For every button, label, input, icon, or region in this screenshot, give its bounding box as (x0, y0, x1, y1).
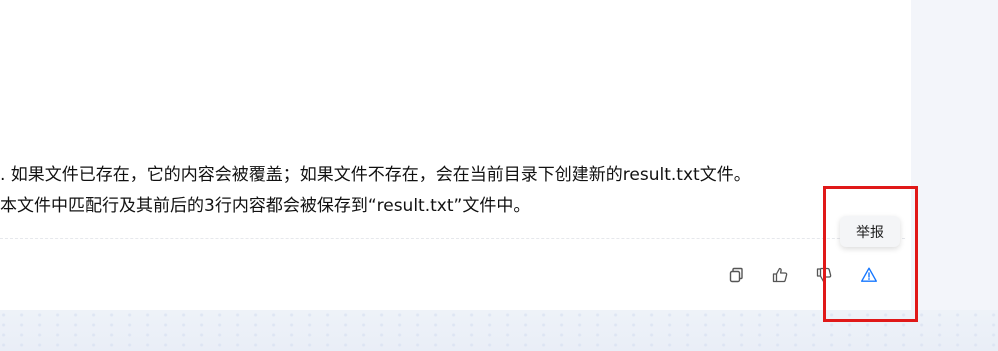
annotation-highlight-box (823, 186, 918, 322)
answer-divider (0, 238, 905, 239)
right-background-strip (911, 0, 998, 351)
copy-icon (729, 267, 743, 283)
answer-line-2: 本文件中匹配行及其前后的3行内容都会被保存到“result.txt”文件中。 (0, 196, 531, 216)
answer-text: . 如果文件已存在，它的内容会被覆盖；如果文件不存在，会在当前目录下创建新的re… (0, 160, 880, 222)
page-root: . 如果文件已存在，它的内容会被覆盖；如果文件不存在，会在当前目录下创建新的re… (0, 0, 998, 351)
copy-button[interactable] (723, 262, 749, 288)
answer-card: . 如果文件已存在，它的内容会被覆盖；如果文件不存在，会在当前目录下创建新的re… (0, 0, 911, 310)
thumbs-up-icon (772, 267, 788, 283)
like-button[interactable] (767, 262, 793, 288)
answer-line-1: . 如果文件已存在，它的内容会被覆盖；如果文件不存在，会在当前目录下创建新的re… (0, 165, 751, 185)
